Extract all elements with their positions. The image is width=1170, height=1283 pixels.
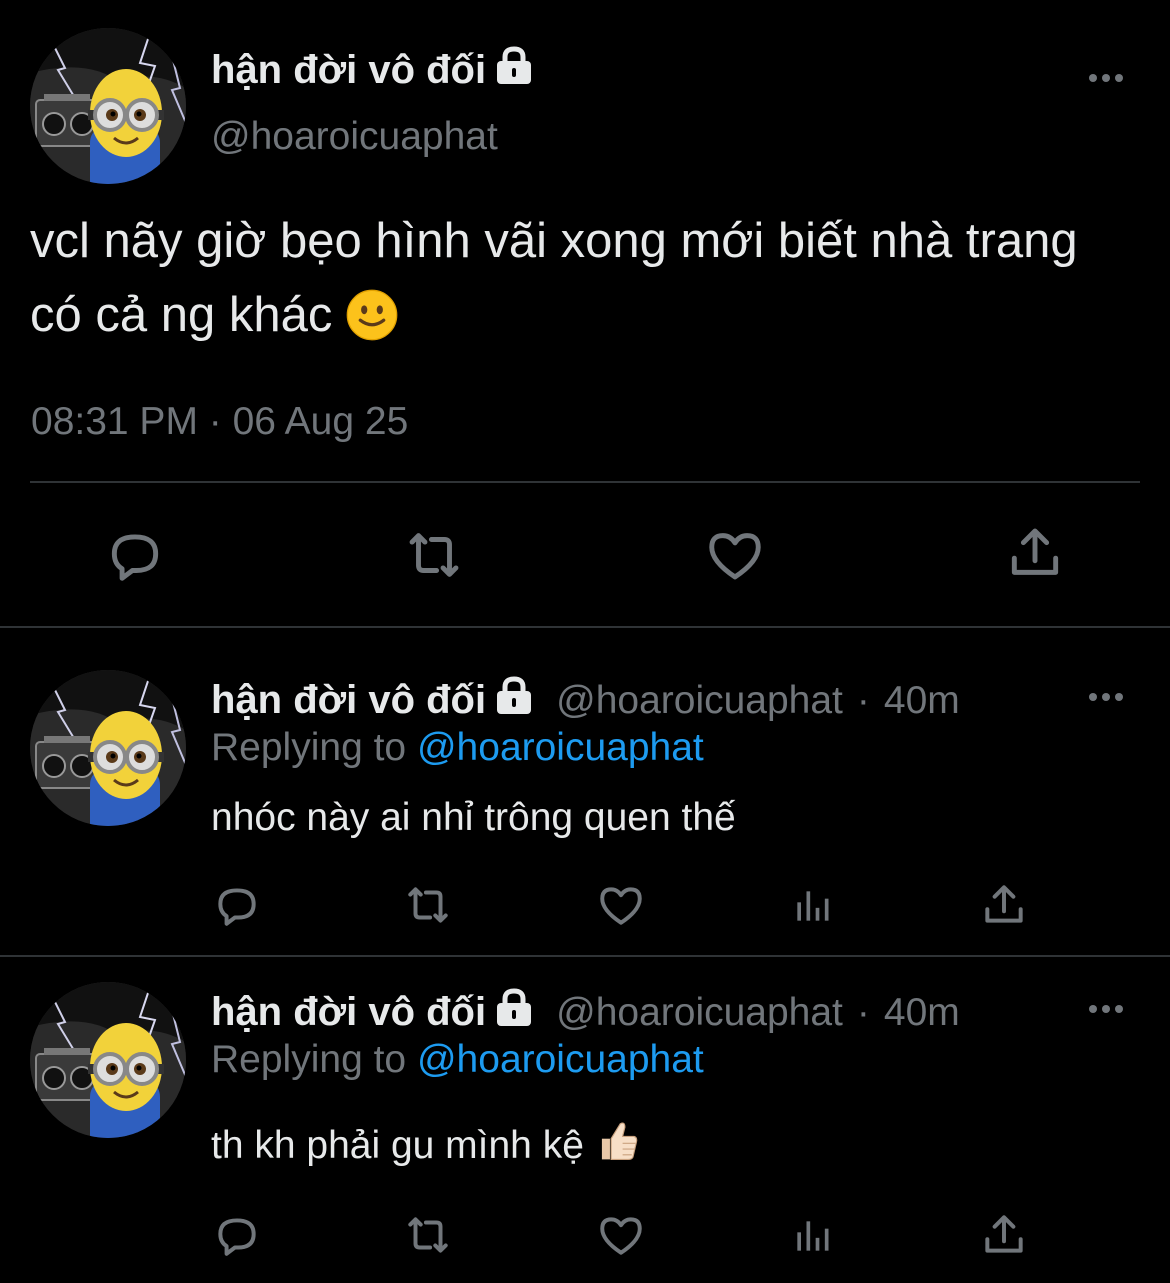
reply-handle[interactable]: @hoaroicuaphat: [556, 989, 843, 1037]
reply-text: nhóc này ai nhỉ trông quen thế: [211, 796, 736, 839]
reply-display-name-text[interactable]: hận đời vô đối: [211, 990, 486, 1034]
reply-icon[interactable]: [212, 880, 262, 930]
share-icon[interactable]: [979, 1210, 1029, 1260]
lock-icon: [494, 988, 534, 1039]
share-icon[interactable]: [1004, 522, 1066, 584]
reply-display-name[interactable]: hận đời vô đối: [211, 988, 534, 1039]
like-icon[interactable]: [596, 880, 646, 930]
main-tweet-display-name[interactable]: hận đời vô đối: [211, 46, 534, 97]
reply-text-line: th kh phải gu mình kệ: [211, 1118, 641, 1176]
more-options-icon[interactable]: [1089, 1005, 1123, 1013]
views-icon[interactable]: [790, 1214, 834, 1258]
reply-separator: ·: [856, 991, 870, 1034]
reply-display-name-text[interactable]: hận đời vô đối: [211, 678, 486, 722]
reply-header: hận đời vô đối @hoaroicuaphat · 40m: [211, 988, 960, 1039]
reply-divider: [0, 955, 1170, 957]
replying-to-label: Replying to: [211, 1038, 407, 1081]
retweet-icon[interactable]: [402, 880, 454, 930]
like-icon[interactable]: [596, 1210, 646, 1260]
more-options-icon[interactable]: [1089, 74, 1123, 82]
reply-header: hận đời vô đối @hoaroicuaphat · 40m: [211, 676, 960, 727]
reply-separator: ·: [856, 679, 870, 722]
smiling-face-emoji: [346, 288, 398, 362]
replying-to-label: Replying to: [211, 726, 407, 769]
main-tweet-timestamp[interactable]: 08:31 PM · 06 Aug 25: [31, 400, 408, 444]
retweet-icon[interactable]: [402, 524, 466, 586]
main-tweet-avatar[interactable]: [30, 28, 186, 184]
main-tweet-text: vcl nãy giờ bẹo hình vãi xong mới biết n…: [30, 204, 1140, 362]
share-icon[interactable]: [979, 880, 1029, 930]
reply-time[interactable]: 40m: [884, 989, 960, 1037]
main-tweet-divider: [30, 481, 1140, 483]
reply-text: th kh phải gu mình kệ: [211, 1124, 584, 1167]
views-icon[interactable]: [790, 884, 834, 928]
more-options-icon[interactable]: [1089, 693, 1123, 701]
like-icon[interactable]: [704, 524, 766, 586]
reply-display-name[interactable]: hận đời vô đối: [211, 676, 534, 727]
replying-to-line: Replying to @hoaroicuaphat: [211, 1036, 704, 1084]
reply-icon[interactable]: [212, 1210, 262, 1260]
replying-to-link[interactable]: @hoaroicuaphat: [417, 1038, 704, 1081]
lock-icon: [494, 46, 534, 97]
thumbs-up-emoji: [595, 1118, 641, 1176]
section-divider: [0, 626, 1170, 628]
replying-to-line: Replying to @hoaroicuaphat: [211, 724, 704, 772]
display-name-text[interactable]: hận đời vô đối: [211, 48, 486, 92]
main-tweet-handle[interactable]: @hoaroicuaphat: [211, 113, 498, 161]
reply-avatar[interactable]: [30, 670, 186, 826]
reply-avatar[interactable]: [30, 982, 186, 1138]
main-tweet-text-content: vcl nãy giờ bẹo hình vãi xong mới biết n…: [30, 214, 1078, 342]
retweet-icon[interactable]: [402, 1210, 454, 1260]
reply-icon[interactable]: [104, 524, 166, 586]
reply-time[interactable]: 40m: [884, 677, 960, 725]
reply-handle[interactable]: @hoaroicuaphat: [556, 677, 843, 725]
lock-icon: [494, 676, 534, 727]
replying-to-link[interactable]: @hoaroicuaphat: [417, 726, 704, 769]
